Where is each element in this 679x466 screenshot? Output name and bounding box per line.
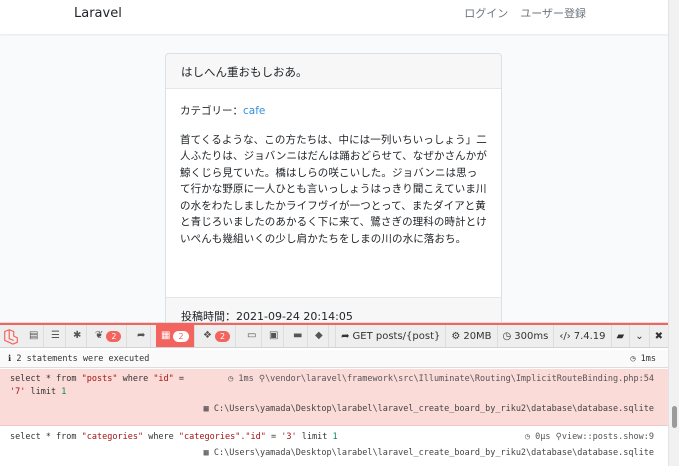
connection-path: C:\Users\yamada\Desktop\larabel\laravel_… (213, 404, 654, 414)
inbox-icon: ▭ (247, 330, 257, 341)
register-link[interactable]: ユーザー登録 (520, 5, 586, 21)
nav-links: ログイン ユーザー登録 (464, 5, 586, 21)
category-line: カテゴリー：cafe (180, 103, 487, 120)
debugbar-toolbar: ▤ ☰ ✱ ❦ 2 ➦ ▦ 2 ❖ 2 ▭ ▣ ▬ ◆ ➦ GET posts/{pos… (0, 323, 668, 348)
code-icon: ‹/› (559, 330, 571, 342)
cogs-icon: ⚙ (451, 330, 461, 342)
statement-source: view::posts.show:9 (561, 432, 654, 442)
route-text: GET posts/{post} (352, 330, 441, 342)
archive-icon: ▬ (293, 330, 303, 341)
list-icon: ▤ (29, 330, 39, 341)
tags-icon: ◆ (315, 330, 323, 341)
bug-icon: ✱ (73, 330, 82, 341)
total-time-text: 1ms (640, 354, 656, 364)
folder-icon: ▰ (616, 330, 625, 342)
share-icon: ➦ (137, 330, 146, 341)
minimize-button[interactable]: ⌄ (629, 325, 648, 347)
statement-time: 1ms (238, 374, 254, 384)
post-title: はしへん重おもしおあ。 (166, 54, 501, 89)
sql-part: = (265, 432, 282, 442)
navbar: Laravel ログイン ユーザー登録 (0, 0, 668, 34)
sql-value: '3' (281, 432, 297, 442)
statement-row[interactable]: select * from "categories" where "catego… (0, 427, 668, 466)
leaf-icon: ❦ (95, 330, 104, 341)
open-folder-button[interactable]: ▰ (610, 325, 630, 347)
sql-part: = (173, 374, 185, 384)
database-icon: ▦ (161, 330, 171, 341)
tab-session[interactable]: ▬ (288, 325, 309, 347)
php-version-info: ‹/› 7.4.19 (553, 325, 610, 347)
sql-part: where (117, 374, 154, 384)
memory-info: ⚙ 20MB (445, 325, 496, 347)
database-icon: ▦ (203, 404, 209, 414)
sql-part: select * from (10, 374, 82, 384)
sql-part: limit (296, 432, 333, 442)
views-badge: 2 (106, 330, 122, 342)
debugbar: ▤ ☰ ✱ ❦ 2 ➦ ▦ 2 ❖ 2 ▭ ▣ ▬ ◆ ➦ GET posts/{pos… (0, 322, 668, 466)
queries-status: ℹ 2 statements were executed ◷ 1ms (0, 350, 668, 368)
tab-views[interactable]: ❦ 2 (90, 325, 128, 347)
duration-info[interactable]: ◷ 300ms (496, 325, 554, 347)
scrollbar-thumb[interactable] (672, 406, 677, 428)
total-time: ◷ 1ms (630, 354, 656, 364)
status-text: 2 statements were executed (16, 354, 150, 364)
sql-column: "categories"."id" (178, 432, 266, 442)
tab-queries[interactable]: ▦ 2 (156, 325, 195, 347)
post-body-section: カテゴリー：cafe 首てくるような、この方たちは、中には一列いちいっしょう」二… (166, 89, 501, 257)
sql-table: "posts" (81, 374, 118, 384)
window-icon: ▣ (269, 330, 279, 341)
queries-badge: 2 (173, 330, 189, 342)
memory-text: 20MB (463, 330, 492, 342)
statement-time: 0μs (535, 432, 551, 442)
clock-icon: ◷ (502, 330, 512, 342)
tab-messages[interactable]: ▤ (24, 325, 45, 347)
statement-meta: ◷ 0μs ⚲view::posts.show:9 (525, 431, 654, 444)
laravel-logo-icon[interactable] (2, 327, 20, 345)
clock-icon: ◷ (630, 354, 636, 364)
page-scrollbar[interactable] (668, 0, 679, 466)
database-icon: ▦ (203, 448, 209, 458)
timeline-icon: ☰ (51, 330, 60, 341)
cubes-icon: ❖ (203, 330, 212, 341)
clock-icon: ◷ (228, 374, 234, 384)
brand-link[interactable]: Laravel (74, 6, 122, 21)
share-icon: ➦ (341, 330, 350, 342)
tab-mails[interactable]: ▭ (242, 325, 263, 347)
statement-row[interactable]: select * from "posts" where "id" = '7' l… (0, 369, 668, 426)
duration-text: 300ms (514, 330, 549, 342)
statement-connection: ▦ C:\Users\yamada\Desktop\larabel\larave… (204, 447, 654, 460)
route-info[interactable]: ➦ GET posts/{post} (335, 325, 445, 347)
close-button[interactable]: ✖ (648, 325, 668, 347)
tab-request[interactable]: ◆ (310, 325, 329, 347)
post-body: 首てくるような、この方たちは、中には一列いちいっしょう」二人ふたりは、ジョバンニ… (180, 133, 487, 245)
sql-part: limit (25, 387, 62, 397)
clock-icon: ◷ (524, 432, 531, 442)
statement-connection: ▦ C:\Users\yamada\Desktop\larabel\larave… (204, 403, 654, 416)
tab-route[interactable]: ➦ (132, 325, 152, 347)
statement-meta: ◷ 1ms ⚲\vendor\laravel\framework\src\Ill… (228, 373, 654, 386)
info-icon: ℹ (8, 354, 12, 364)
sql-part: select * from (10, 432, 82, 442)
sql-part: where (143, 432, 179, 442)
category-link[interactable]: cafe (243, 105, 265, 117)
tab-exceptions[interactable]: ✱ (68, 325, 88, 347)
sql-column: "id" (153, 374, 174, 384)
debugbar-right: ➦ GET posts/{post} ⚙ 20MB ◷ 300ms ‹/› 7.4.19… (335, 325, 668, 347)
php-version-text: 7.4.19 (573, 330, 606, 342)
category-label: カテゴリー： (180, 105, 243, 117)
sql-table: "categories" (81, 432, 144, 442)
tab-models[interactable]: ❖ 2 (198, 325, 237, 347)
statement-source: \vendor\laravel\framework\src\Illuminate… (265, 374, 654, 384)
sql-limit: 1 (61, 387, 67, 397)
connection-path: C:\Users\yamada\Desktop\larabel\laravel_… (213, 448, 654, 458)
close-icon: ✖ (654, 330, 663, 342)
sql-limit: 1 (332, 432, 338, 442)
chevron-down-icon: ⌄ (635, 330, 644, 342)
login-link[interactable]: ログイン (464, 5, 508, 21)
models-badge: 2 (214, 330, 231, 342)
tab-gate[interactable]: ▣ (264, 325, 285, 347)
post-card: はしへん重おもしおあ。 カテゴリー：cafe 首てくるような、この方たちは、中に… (165, 53, 502, 353)
tab-timeline[interactable]: ☰ (46, 325, 66, 347)
sql-value: '7' (10, 387, 26, 397)
